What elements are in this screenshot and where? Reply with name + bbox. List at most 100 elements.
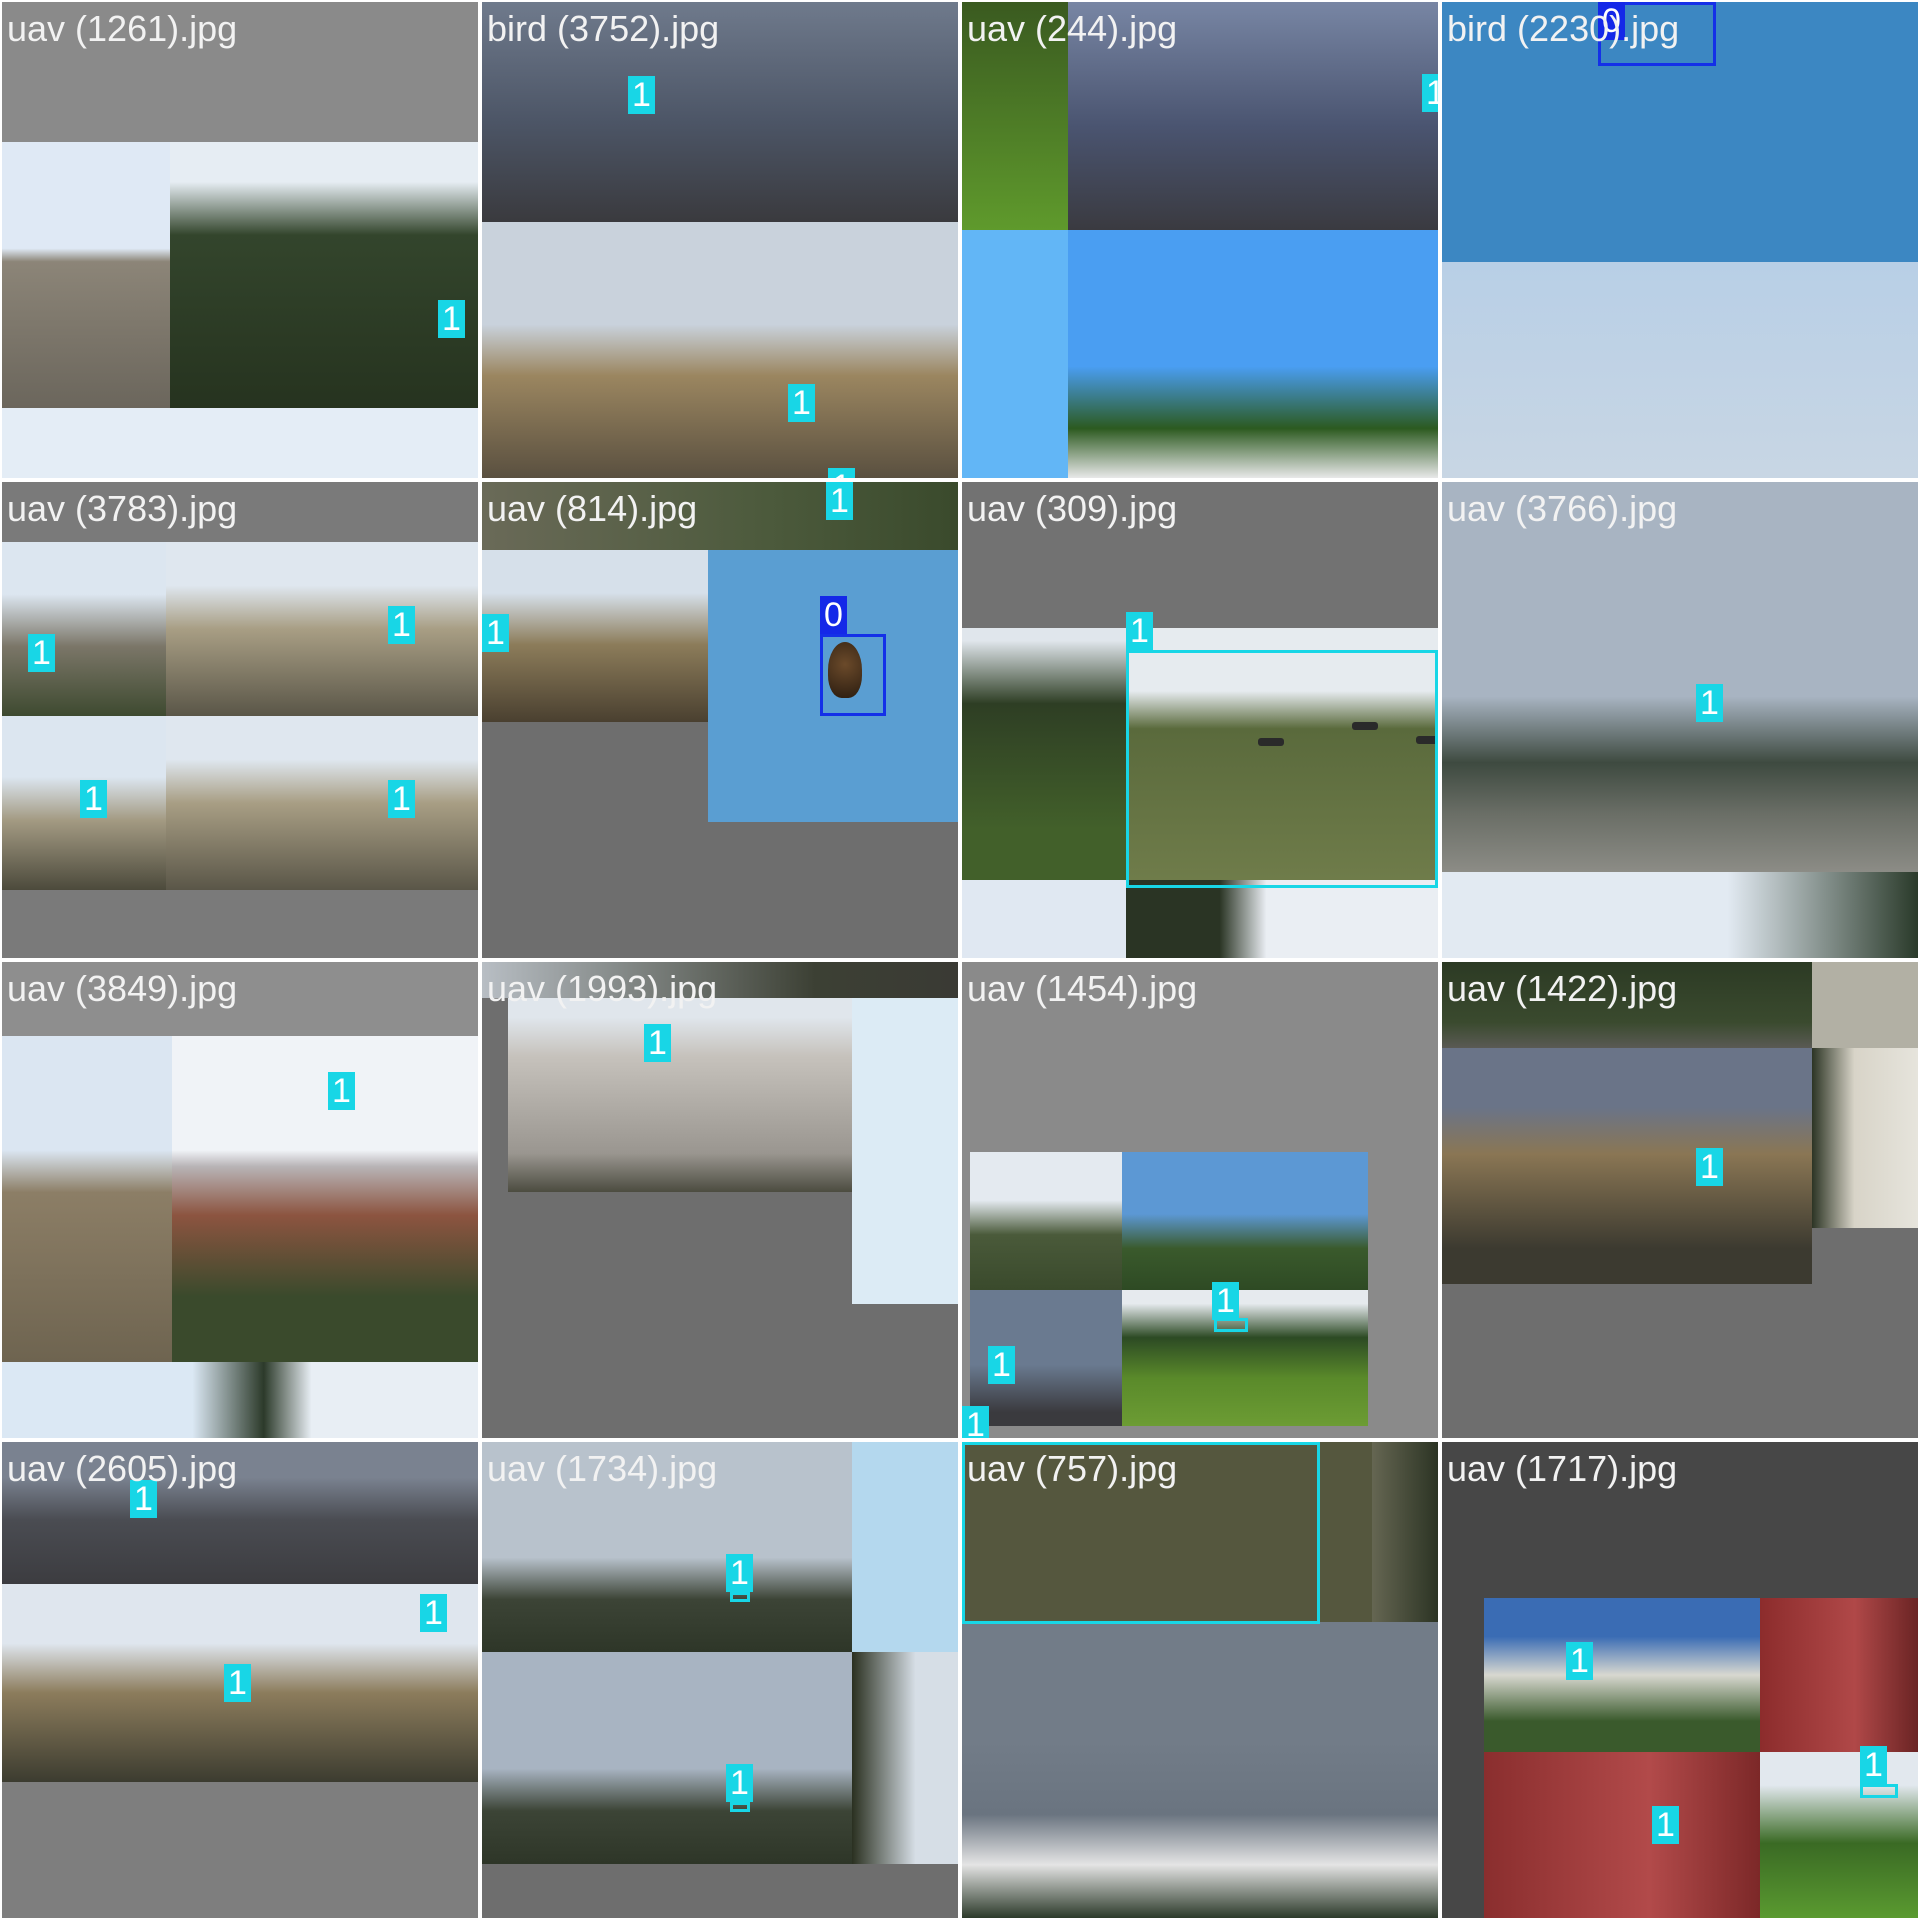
photo-segment <box>1122 1152 1368 1290</box>
photo-segment <box>1372 1442 1438 1622</box>
class-1-label: 1 <box>628 76 655 114</box>
photo-segment <box>1126 880 1438 958</box>
photo-segment <box>1760 1598 1918 1752</box>
mosaic-grid: uav (1261).jpg 1 bird (3752).jpg 1 1 1 u… <box>0 0 1920 1920</box>
photo-segment <box>1442 262 1918 478</box>
photo-segment <box>482 1652 852 1864</box>
class-1-label: 1 <box>726 1554 753 1592</box>
photo-segment <box>2 542 166 716</box>
tile-filename: uav (2605).jpg <box>7 1448 238 1489</box>
class-1-label: 1 <box>962 1406 989 1438</box>
tile-filename: bird (2230).jpg <box>1447 8 1680 49</box>
photo-segment <box>962 230 1068 478</box>
class-1-label: 1 <box>28 634 55 672</box>
photo-segment <box>170 142 478 408</box>
tile-filename: uav (244).jpg <box>967 8 1178 49</box>
photo-segment <box>852 1442 958 1652</box>
class-1-label: 1 <box>1696 1148 1723 1186</box>
photo-segment <box>2 408 478 478</box>
photo-segment <box>1484 1598 1760 1752</box>
class-1-label: 1 <box>828 468 855 478</box>
tile-filename: uav (1993).jpg <box>487 968 718 1009</box>
photo-segment <box>962 880 1126 958</box>
photo-segment <box>2 1036 172 1362</box>
class-1-label: 1 <box>482 614 509 652</box>
tile-filename: bird (3752).jpg <box>487 8 720 49</box>
photo-segment <box>970 1152 1122 1290</box>
tile-filename: uav (3766).jpg <box>1447 488 1678 529</box>
tile-filename: uav (309).jpg <box>967 488 1178 529</box>
class-1-label: 1 <box>438 300 465 338</box>
photo-segment <box>1812 1048 1918 1228</box>
tile-filename: uav (3783).jpg <box>7 488 238 529</box>
image-tile[interactable]: uav (2605).jpg 1 1 1 <box>2 1442 478 1918</box>
photo-segment <box>962 1622 1438 1918</box>
photo-segment <box>852 1652 958 1864</box>
detection-box-uav <box>730 1802 750 1812</box>
tile-filename: uav (1734).jpg <box>487 1448 718 1489</box>
detection-box-uav <box>730 1592 750 1602</box>
photo-segment <box>482 222 958 478</box>
image-tile[interactable]: uav (244).jpg 1 <box>962 2 1438 478</box>
image-tile[interactable]: uav (3783).jpg 1 1 1 1 <box>2 482 478 958</box>
tile-filename: uav (3849).jpg <box>7 968 238 1009</box>
class-1-label: 1 <box>388 780 415 818</box>
class-1-label: 1 <box>788 384 815 422</box>
tile-filename: uav (1454).jpg <box>967 968 1198 1009</box>
image-tile[interactable]: uav (1261).jpg 1 <box>2 2 478 478</box>
class-1-label: 1 <box>1860 1746 1887 1784</box>
photo-segment <box>1442 1048 1812 1284</box>
tile-filename: uav (814).jpg <box>487 488 698 529</box>
photo-segment <box>482 550 708 722</box>
image-tile[interactable]: uav (3849).jpg 1 <box>2 962 478 1438</box>
photo-segment <box>166 716 478 890</box>
photo-segment <box>962 628 1126 880</box>
class-1-label: 1 <box>1126 612 1153 650</box>
tile-filename: uav (757).jpg <box>967 1448 1178 1489</box>
class-1-label: 1 <box>988 1346 1015 1384</box>
image-tile[interactable]: uav (814).jpg 1 1 0 <box>482 482 958 958</box>
image-tile[interactable]: uav (1993).jpg 1 <box>482 962 958 1438</box>
image-tile[interactable]: bird (2230).jpg 0 <box>1442 2 1918 478</box>
photo-segment <box>172 1036 478 1362</box>
photo-segment <box>852 998 958 1304</box>
detection-box-bird <box>820 634 886 716</box>
image-tile[interactable]: uav (309).jpg 1 <box>962 482 1438 958</box>
tile-filename: uav (1261).jpg <box>7 8 238 49</box>
photo-segment <box>166 542 478 716</box>
photo-segment <box>1484 1752 1760 1918</box>
image-tile[interactable]: uav (757).jpg <box>962 1442 1438 1918</box>
class-1-label: 1 <box>1652 1806 1679 1844</box>
class-1-label: 1 <box>328 1072 355 1110</box>
class-0-label: 0 <box>820 596 847 634</box>
detection-box-uav <box>1126 650 1438 888</box>
class-1-label: 1 <box>726 1764 753 1802</box>
class-1-label: 1 <box>388 606 415 644</box>
photo-segment <box>1760 1752 1918 1918</box>
photo-segment <box>1442 482 1918 872</box>
image-tile[interactable]: bird (3752).jpg 1 1 1 <box>482 2 958 478</box>
class-1-label: 1 <box>644 1024 671 1062</box>
class-1-label: 1 <box>826 482 853 520</box>
image-tile[interactable]: uav (1422).jpg 1 <box>1442 962 1918 1438</box>
image-tile[interactable]: uav (3766).jpg 1 <box>1442 482 1918 958</box>
tile-filename: uav (1717).jpg <box>1447 1448 1678 1489</box>
photo-segment <box>1068 230 1438 478</box>
detection-box-uav <box>1860 1784 1898 1798</box>
photo-segment <box>1442 872 1918 958</box>
class-1-label: 1 <box>1212 1282 1239 1320</box>
image-tile[interactable]: uav (1734).jpg 1 1 <box>482 1442 958 1918</box>
detection-box-uav <box>1214 1318 1248 1332</box>
photo-segment <box>1812 962 1918 1048</box>
class-1-label: 1 <box>420 1594 447 1632</box>
photo-segment <box>2 1362 478 1438</box>
photo-segment <box>2 142 170 408</box>
class-1-label: 1 <box>224 1664 251 1702</box>
photo-segment <box>508 998 852 1192</box>
image-tile[interactable]: uav (1717).jpg 1 1 1 <box>1442 1442 1918 1918</box>
tile-filename: uav (1422).jpg <box>1447 968 1678 1009</box>
class-1-label: 1 <box>80 780 107 818</box>
class-1-label: 1 <box>1696 684 1723 722</box>
image-tile[interactable]: uav (1454).jpg 1 1 1 <box>962 962 1438 1438</box>
class-1-label: 1 <box>1566 1642 1593 1680</box>
